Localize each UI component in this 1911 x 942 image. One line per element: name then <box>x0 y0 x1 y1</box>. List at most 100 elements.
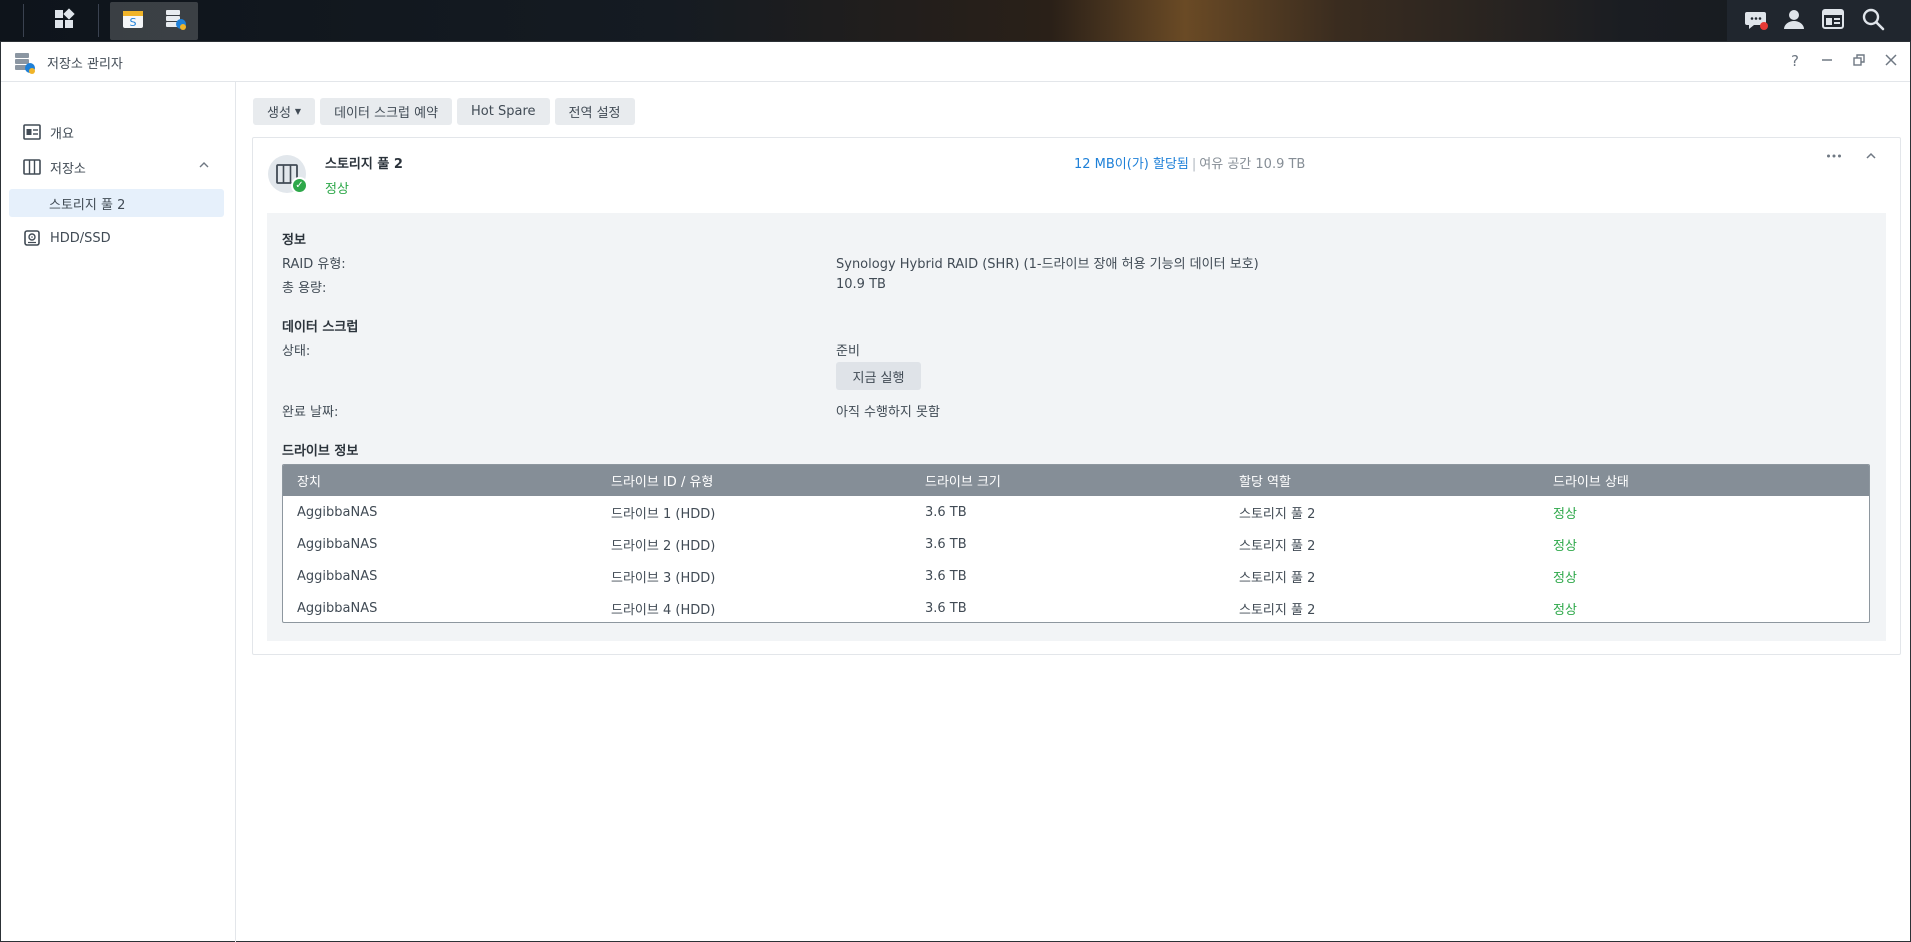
total-capacity-value: 10.9 TB <box>836 277 886 292</box>
minimize-button[interactable] <box>1818 50 1836 72</box>
usage-separator: | <box>1191 157 1197 172</box>
scrub-section-title: 데이터 스크럽 <box>282 320 359 335</box>
device-cell: AggibbaNAS <box>297 600 378 616</box>
widgets-icon <box>1821 7 1845 35</box>
chevron-up-icon[interactable] <box>198 159 210 174</box>
column-header[interactable]: 드라이브 상태 <box>1539 471 1853 490</box>
restore-button[interactable] <box>1850 50 1868 72</box>
sidebar-item-label: 저장소 <box>50 161 86 177</box>
device-cell: AggibbaNAS <box>297 504 378 520</box>
search-button[interactable] <box>1855 2 1891 39</box>
global-settings-label: 전역 설정 <box>568 106 621 121</box>
restore-icon <box>1853 52 1865 70</box>
global-settings-button[interactable]: 전역 설정 <box>554 98 635 125</box>
create-button[interactable]: 생성 ▼ <box>253 98 316 125</box>
scrub-schedule-label: 데이터 스크럽 예약 <box>334 106 439 121</box>
drive-id-cell: 드라이브 1 (HDD) <box>611 506 716 522</box>
window-titlebar[interactable]: 저장소 관리자 ? <box>1 42 1910 82</box>
storage-icon <box>23 158 41 176</box>
close-button[interactable] <box>1882 50 1900 72</box>
main-content: 생성 ▼ 데이터 스크럽 예약 Hot Spare 전역 설정 ✓ 스토리지 풀… <box>237 82 1910 942</box>
create-label: 생성 <box>267 106 291 121</box>
sidebar-item-storage[interactable]: 저장소 <box>9 153 224 181</box>
table-row[interactable]: AggibbaNAS 드라이브 2 (HDD) 3.6 TB 스토리지 풀 2 … <box>283 528 1869 560</box>
drive-status-cell: 정상 <box>1553 506 1577 522</box>
app-package-icon: S <box>120 6 146 36</box>
drive-status-cell: 정상 <box>1553 602 1577 618</box>
search-icon <box>1861 7 1885 35</box>
sidebar-item-storage-pool-2[interactable]: 스토리지 풀 2 <box>9 189 224 217</box>
minimize-icon <box>1821 52 1833 70</box>
check-icon: ✓ <box>291 177 308 194</box>
drive-status-cell: 정상 <box>1553 538 1577 554</box>
column-header[interactable]: 할당 역할 <box>1225 471 1539 490</box>
window-title: 저장소 관리자 <box>47 57 123 72</box>
help-button[interactable]: ? <box>1786 50 1804 72</box>
column-header[interactable]: 드라이브 ID / 유형 <box>597 471 911 490</box>
free-space-value: 10.9 TB <box>1255 157 1306 172</box>
close-icon <box>1885 52 1897 70</box>
notification-button[interactable] <box>1738 2 1774 39</box>
sidebar-item-overview[interactable]: 개요 <box>9 118 224 146</box>
drive-size-cell: 3.6 TB <box>925 504 967 520</box>
main-menu-button[interactable] <box>44 2 84 39</box>
drive-id-cell: 드라이브 4 (HDD) <box>611 602 716 618</box>
column-header[interactable]: 드라이브 크기 <box>911 471 1225 490</box>
taskbar-divider <box>23 4 24 37</box>
storage-manager-icon <box>13 51 37 75</box>
storage-manager-icon <box>162 6 188 36</box>
storage-manager-button[interactable] <box>156 2 194 39</box>
drive-size-cell: 3.6 TB <box>925 600 967 616</box>
sidebar-item-hdd-ssd[interactable]: HDD/SSD <box>9 224 224 252</box>
overview-icon <box>23 123 41 141</box>
drive-size-cell: 3.6 TB <box>925 568 967 584</box>
caret-down-icon: ▼ <box>294 107 302 116</box>
sidebar-item-label: 스토리지 풀 2 <box>49 197 126 213</box>
pool-details: 정보 RAID 유형: Synology Hybrid RAID (SHR) (… <box>267 213 1886 641</box>
completed-date-value: 아직 수행하지 못함 <box>836 405 940 420</box>
sidebar-item-label: 개요 <box>50 126 74 142</box>
role-cell: 스토리지 풀 2 <box>1239 538 1316 554</box>
scrub-status-label: 상태: <box>282 344 311 359</box>
storage-manager-window: 저장소 관리자 ? 개요 저장소 스토리지 풀 2 HDD/SSD 생성 ▼ 데… <box>0 41 1911 942</box>
hdd-icon <box>23 229 41 247</box>
table-header: 장치 드라이브 ID / 유형 드라이브 크기 할당 역할 드라이브 상태 <box>283 465 1869 496</box>
collapse-icon[interactable] <box>1864 148 1878 168</box>
table-row[interactable]: AggibbaNAS 드라이브 3 (HDD) 3.6 TB 스토리지 풀 2 … <box>283 560 1869 592</box>
table-row[interactable]: AggibbaNAS 드라이브 4 (HDD) 3.6 TB 스토리지 풀 2 … <box>283 592 1869 622</box>
toolbar: 생성 ▼ 데이터 스크럽 예약 Hot Spare 전역 설정 <box>253 98 635 125</box>
allocated-link[interactable]: 12 MB이(가) 할당됨 <box>1074 157 1189 172</box>
drive-table: 장치 드라이브 ID / 유형 드라이브 크기 할당 역할 드라이브 상태 Ag… <box>282 464 1870 623</box>
role-cell: 스토리지 풀 2 <box>1239 602 1316 618</box>
hot-spare-button[interactable]: Hot Spare <box>457 98 550 125</box>
drive-id-cell: 드라이브 2 (HDD) <box>611 538 716 554</box>
device-cell: AggibbaNAS <box>297 568 378 584</box>
widgets-button[interactable] <box>1815 2 1851 39</box>
scrub-schedule-button[interactable]: 데이터 스크럽 예약 <box>320 98 453 125</box>
drive-info-title: 드라이브 정보 <box>282 444 359 459</box>
device-cell: AggibbaNAS <box>297 536 378 552</box>
total-capacity-label: 총 용량: <box>282 281 327 296</box>
storage-pool-panel: ✓ 스토리지 풀 2 정상 12 MB이(가) 할당됨 | 여유 공간 10.9 T… <box>252 137 1901 655</box>
run-now-button[interactable]: 지금 실행 <box>836 362 921 390</box>
info-section-title: 정보 <box>282 233 306 248</box>
drive-size-cell: 3.6 TB <box>925 536 967 552</box>
sidebar: 개요 저장소 스토리지 풀 2 HDD/SSD <box>1 82 236 942</box>
pool-header: ✓ 스토리지 풀 2 정상 12 MB이(가) 할당됨 | 여유 공간 10.9 T… <box>253 138 1900 213</box>
svg-text:S: S <box>130 16 137 29</box>
notification-icon <box>1743 6 1769 36</box>
scrub-status-value: 준비 <box>836 344 860 359</box>
raid-type-label: RAID 유형: <box>282 257 346 272</box>
raid-type-value: Synology Hybrid RAID (SHR) (1-드라이브 장애 허용… <box>836 257 1259 272</box>
app-package-button[interactable]: S <box>114 2 152 39</box>
help-icon: ? <box>1791 52 1799 70</box>
drive-id-cell: 드라이브 3 (HDD) <box>611 570 716 586</box>
user-button[interactable] <box>1776 2 1812 39</box>
window-controls: ? <box>1786 50 1900 72</box>
table-row[interactable]: AggibbaNAS 드라이브 1 (HDD) 3.6 TB 스토리지 풀 2 … <box>283 496 1869 528</box>
pool-actions <box>1826 148 1878 168</box>
pool-usage: 12 MB이(가) 할당됨 | 여유 공간 10.9 TB <box>1074 153 1305 172</box>
main-menu-icon <box>53 7 75 34</box>
column-header[interactable]: 장치 <box>283 471 597 490</box>
more-options-icon[interactable] <box>1826 148 1842 168</box>
